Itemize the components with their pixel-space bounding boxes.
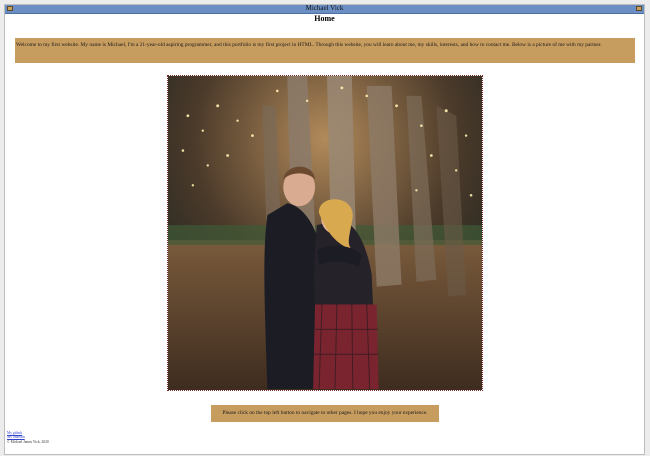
close-icon[interactable]: [636, 6, 642, 11]
copyright-text: © Michael James Vick, 2020: [7, 439, 49, 444]
intro-text: Welcome to my first website. My name is …: [15, 38, 635, 63]
window-title: Michael Vick: [305, 4, 344, 12]
page: Michael Vick Home Welcome to my first we…: [4, 4, 645, 455]
photo-image: [168, 76, 482, 390]
profile-photo: [167, 75, 483, 391]
page-title: Home: [314, 14, 335, 23]
navigation-hint: Please click on the top left button to n…: [211, 405, 439, 422]
footer: My github My linkedin © Michael James Vi…: [7, 431, 49, 444]
title-bar: Michael Vick: [5, 4, 644, 14]
